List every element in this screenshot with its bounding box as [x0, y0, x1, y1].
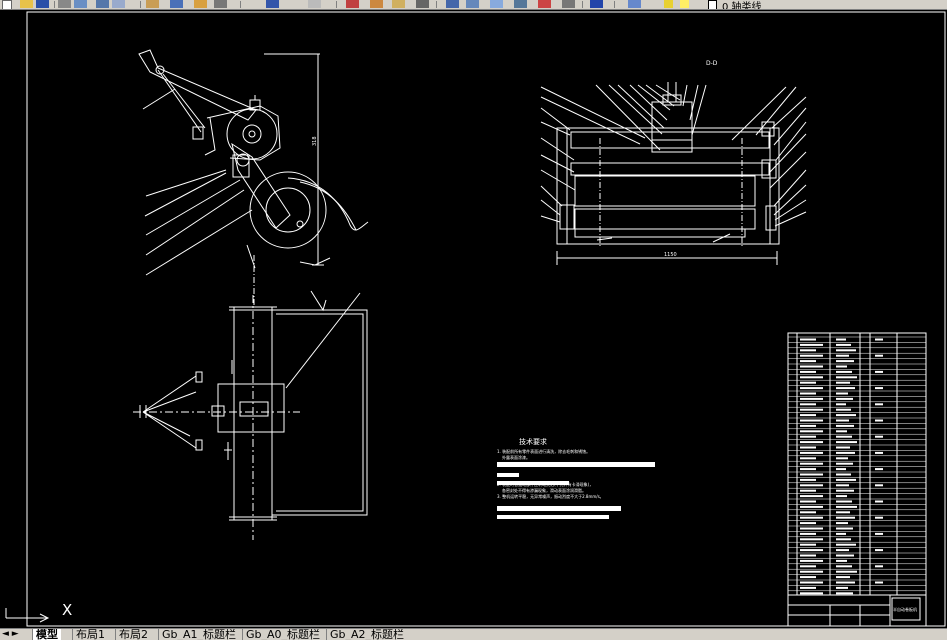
- tool-palette-icon[interactable]: [446, 0, 459, 8]
- tab-layout2[interactable]: 布局2: [115, 629, 151, 640]
- calculator-icon[interactable]: [514, 0, 527, 8]
- drawing-canvas[interactable]: 318 1150 D-D 技术要求 1. 装配前所有零件表面进行清洗，除去毛刺和…: [0, 10, 947, 628]
- crosshair-x-label: X: [62, 601, 72, 619]
- tech-req-line-3: 2. 装配时各运动部件应转动灵活(不允许有卡滞现象)，: [497, 481, 593, 487]
- dim-bottom: 1150: [664, 252, 677, 258]
- parts-rows: [788, 336, 926, 595]
- preview-icon[interactable]: [74, 0, 87, 8]
- tech-req-line-1: 1. 装配前所有零件表面进行清洗，除去毛刺和锈蚀。: [497, 448, 590, 454]
- match-icon[interactable]: [170, 0, 183, 8]
- technical-requirements: 技术要求 1. 装配前所有零件表面进行清洗，除去毛刺和锈蚀。 外露表面涂漆。 2…: [497, 437, 655, 519]
- copy-icon[interactable]: [112, 0, 125, 8]
- mechanism-view-bottom: [133, 290, 368, 540]
- cad-toolbar: 0 轴类线: [0, 0, 947, 10]
- tab-gb-a2[interactable]: Gb_A2_标题栏: [326, 629, 407, 640]
- help-icon[interactable]: [538, 0, 551, 8]
- pan-icon[interactable]: [266, 0, 279, 8]
- design-center-icon[interactable]: [416, 0, 429, 8]
- dim-vertical: 318: [312, 136, 318, 146]
- layer-state-icon[interactable]: [590, 0, 603, 8]
- undo-icon[interactable]: [194, 0, 207, 8]
- mechanism-view-top: 318: [138, 49, 369, 305]
- tab-model[interactable]: 模型: [32, 629, 61, 640]
- tech-req-line-5: 3. 整机运转平稳，无异常噪声，振动烈度不大于2.8mm/s。: [497, 493, 604, 499]
- tab-layout1[interactable]: 布局1: [72, 629, 108, 640]
- tab-gb-a0[interactable]: Gb_A0_标题栏: [242, 629, 323, 640]
- tech-req-line-4: 各密封处不得有渗漏现象，滑动表面涂润滑脂。: [502, 487, 586, 493]
- markup-icon[interactable]: [490, 0, 503, 8]
- tech-req-title: 技术要求: [519, 437, 547, 446]
- section-label: D-D: [706, 60, 718, 67]
- layer-icon[interactable]: [562, 0, 575, 8]
- zoom-icon[interactable]: [308, 0, 321, 8]
- sun-icon[interactable]: [664, 0, 673, 8]
- tech-req-line-2: 外露表面涂漆。: [502, 454, 530, 460]
- zoom-previous-icon[interactable]: [370, 0, 383, 8]
- drawing-svg: 318 1150 D-D 技术要求 1. 装配前所有零件表面进行清洗，除去毛刺和…: [5, 11, 946, 627]
- color-icon[interactable]: [708, 0, 717, 9]
- redo-icon[interactable]: [214, 0, 227, 8]
- layer-name-label[interactable]: 0 轴类线: [722, 0, 762, 9]
- section-view-dd: 1150 D-D: [540, 60, 807, 265]
- layout-tabs: ◄ ► 模型 布局1 布局2 Gb_A1_标题栏 Gb_A0_标题栏 Gb_A2…: [0, 628, 947, 640]
- cut-icon[interactable]: [96, 0, 109, 8]
- open-icon[interactable]: [20, 0, 33, 8]
- paste-icon[interactable]: [146, 0, 159, 8]
- lock-icon[interactable]: [680, 0, 689, 8]
- print-icon[interactable]: [58, 0, 71, 8]
- sheet-set-icon[interactable]: [466, 0, 479, 8]
- save-icon[interactable]: [36, 0, 49, 8]
- bulb-icon[interactable]: [628, 0, 641, 8]
- properties-icon[interactable]: [392, 0, 405, 8]
- title-block-name: 半自动卷板机: [893, 606, 917, 612]
- tab-gb-a1[interactable]: Gb_A1_标题栏: [158, 629, 239, 640]
- zoom-window-icon[interactable]: [346, 0, 359, 8]
- new-icon[interactable]: [2, 0, 12, 9]
- tab-nav-arrows[interactable]: ◄ ►: [2, 629, 19, 640]
